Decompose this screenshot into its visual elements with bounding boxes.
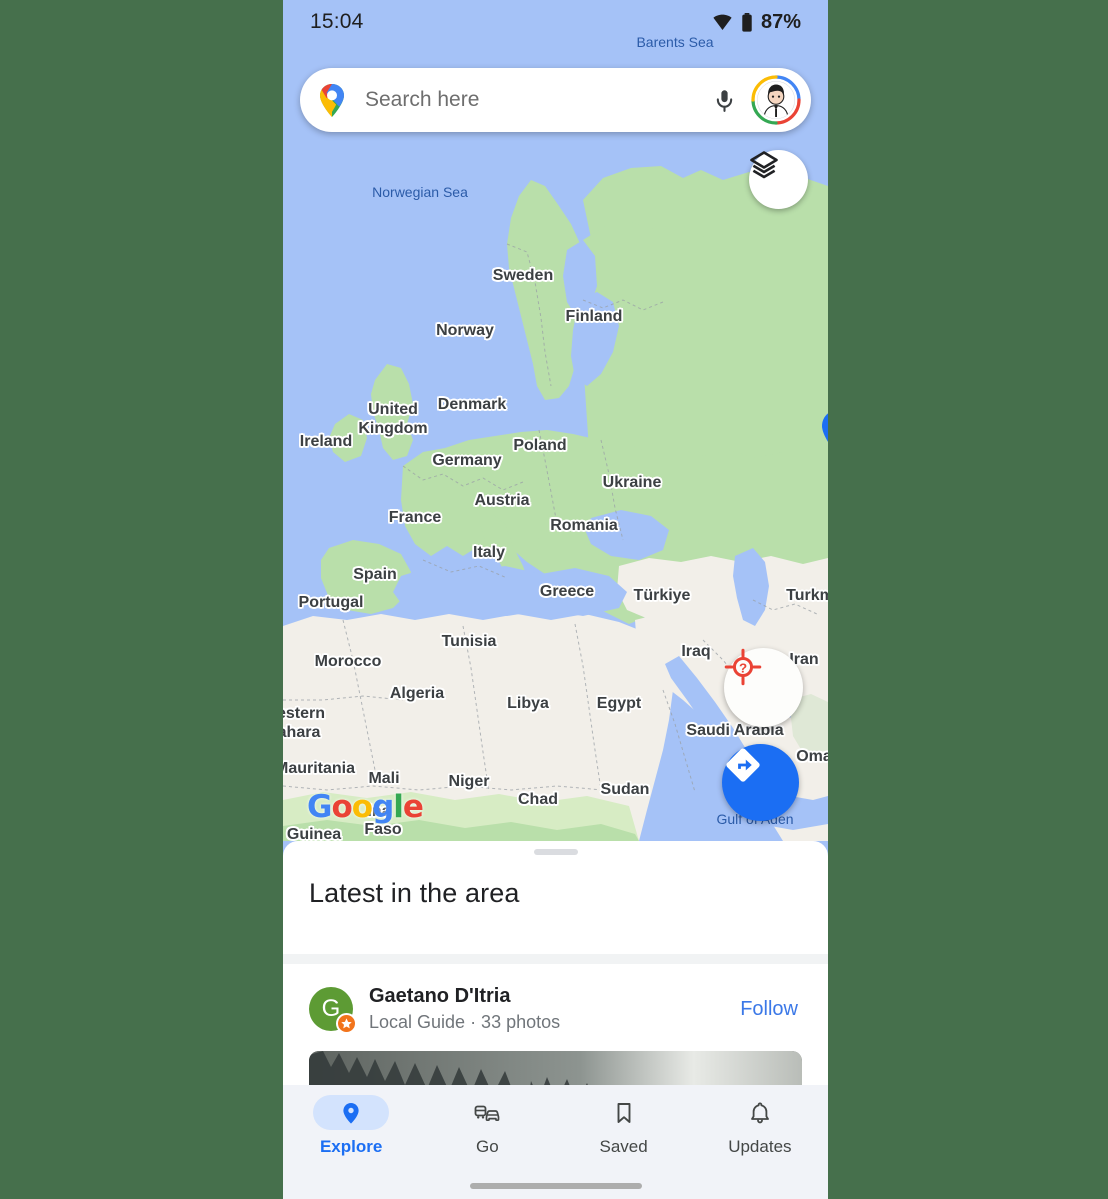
nav-item-saved[interactable]: Saved [569, 1095, 679, 1157]
account-avatar-icon[interactable] [750, 74, 802, 126]
nav-item-updates[interactable]: Updates [705, 1095, 815, 1157]
sheet-title: Latest in the area [309, 878, 520, 908]
nav-item-go[interactable]: Go [432, 1095, 542, 1157]
sheet-divider [283, 954, 828, 964]
location-pin-icon [313, 1095, 390, 1130]
follow-button[interactable]: Follow [736, 992, 802, 1027]
location-unknown-icon[interactable]: ? [724, 648, 803, 727]
reviewer-info: Gaetano D'Itria Local Guide · 33 photos [369, 985, 736, 1033]
bookmark-icon [586, 1095, 662, 1130]
directions-arrow-icon[interactable] [722, 744, 799, 821]
nav-label-updates: Updates [728, 1137, 792, 1156]
phone-viewport: Barents Sea Norwegian Sea Sweden Finland Nor… [283, 0, 828, 1199]
bell-icon [722, 1095, 798, 1130]
nav-label-saved: Saved [599, 1137, 648, 1156]
google-maps-pin-icon [320, 84, 344, 117]
nav-label-explore: Explore [319, 1137, 383, 1156]
gesture-navigation-bar[interactable] [469, 1183, 642, 1189]
svg-text:?: ? [739, 661, 747, 676]
nav-label-go: Go [476, 1137, 499, 1156]
reviewer-name: Gaetano D'Itria [369, 985, 511, 1007]
commute-icon [449, 1095, 525, 1130]
microphone-icon[interactable] [704, 80, 744, 120]
search-input[interactable]: Search here [365, 88, 704, 112]
local-guide-star-icon [336, 1013, 357, 1034]
nav-item-explore[interactable]: Explore [296, 1095, 406, 1157]
reviewer-avatar[interactable]: G [309, 987, 357, 1034]
reviewer-meta: Local Guide · 33 photos [369, 1012, 561, 1032]
search-bar[interactable]: Search here [300, 68, 811, 132]
layers-icon[interactable] [749, 150, 808, 209]
review-header: G Gaetano D'Itria Local Guide · 33 photo… [283, 964, 828, 1034]
bottom-navigation[interactable]: Explore Go Saved Updates [283, 1085, 828, 1199]
google-watermark: Google [307, 789, 424, 825]
